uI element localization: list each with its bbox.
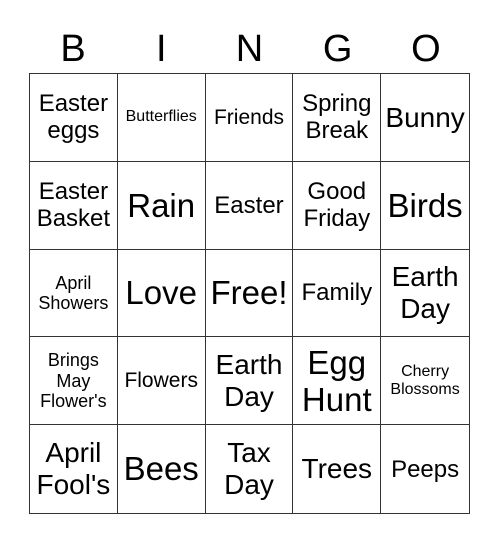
bingo-cell[interactable]: Egg Hunt	[293, 337, 382, 426]
header-letter-o: O	[411, 28, 441, 70]
bingo-cell[interactable]: April Fool's	[30, 425, 118, 513]
bingo-header: B I N G O	[29, 24, 470, 74]
bingo-cell[interactable]: Bees	[118, 425, 206, 513]
bingo-cell[interactable]: Earth Day	[381, 250, 469, 338]
bingo-cell[interactable]: Rain	[117, 161, 206, 250]
bingo-grid: Easter eggs Butterflies Friends Spring B…	[29, 73, 470, 514]
bingo-cell[interactable]: Spring Break	[293, 74, 382, 162]
bingo-cell[interactable]: Family	[293, 249, 382, 338]
bingo-cell[interactable]: April Showers	[30, 249, 118, 338]
bingo-cell[interactable]: Earth Day	[205, 337, 294, 426]
bingo-cell[interactable]: Bunny	[381, 74, 469, 162]
bingo-cell[interactable]: Easter eggs	[30, 74, 118, 162]
bingo-cell[interactable]: Easter	[205, 161, 294, 250]
header-letter-g: G	[322, 28, 353, 70]
bingo-cell[interactable]: Love	[117, 249, 206, 338]
header-letter-i: I	[156, 28, 167, 70]
bingo-cell[interactable]: Brings May Flower's	[30, 337, 118, 426]
bingo-cell[interactable]: Flowers	[117, 337, 206, 426]
bingo-cell[interactable]: Butterflies	[117, 74, 206, 162]
bingo-cell[interactable]: Peeps	[381, 425, 469, 513]
bingo-cell[interactable]: Cherry Blossoms	[381, 337, 469, 426]
free-space-cell[interactable]: Free!	[205, 249, 294, 338]
header-letter-b: B	[60, 28, 86, 70]
bingo-cell[interactable]: Friends	[205, 74, 294, 162]
bingo-cell[interactable]: Birds	[381, 162, 469, 250]
bingo-cell[interactable]: Tax Day	[206, 425, 294, 513]
bingo-cell[interactable]: Trees	[293, 425, 382, 513]
bingo-cell[interactable]: Easter Basket	[30, 161, 118, 250]
header-letter-n: N	[235, 28, 264, 70]
bingo-cell[interactable]: Good Friday	[293, 161, 382, 250]
